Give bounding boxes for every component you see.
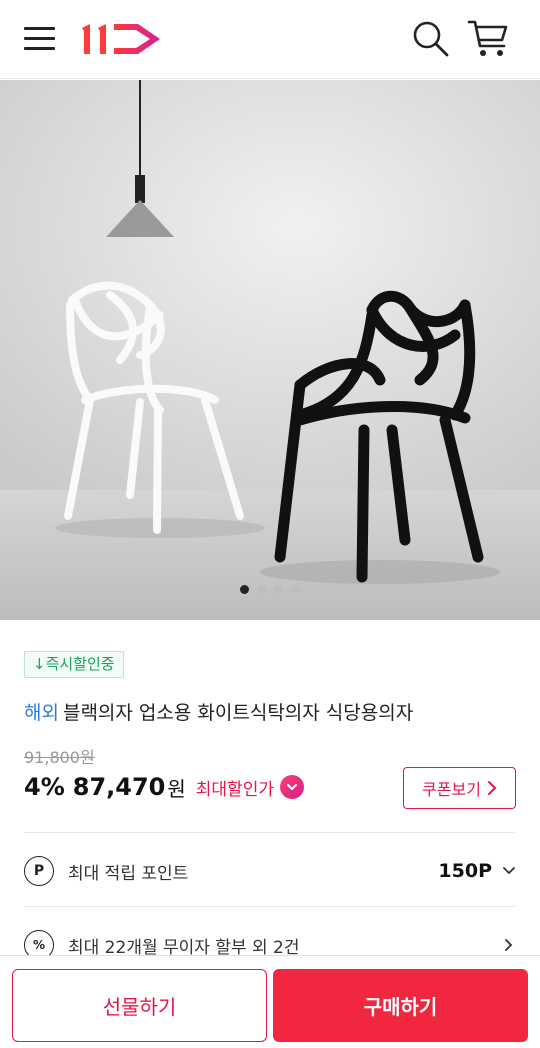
points-value: 150P [438,860,492,882]
product-title: 해외 블랙의자 업소용 화이트식탁의자 식당용의자 [24,700,524,726]
brand-logo[interactable] [80,18,166,58]
buy-button[interactable]: 구매하기 [273,969,528,1042]
overseas-tag[interactable]: 해외 [24,702,59,724]
product-title-text: 블랙의자 업소용 화이트식탁의자 식당용의자 [62,702,414,724]
gallery-pagination [0,585,540,597]
coupon-button[interactable]: 쿠폰보기 [403,767,516,809]
gallery-dot-3[interactable] [274,585,283,594]
chevron-right-icon [505,939,513,951]
instant-discount-badge: ↓즉시할인중 [24,651,124,678]
price-row: 4% 87,470 원 최대할인가 [24,770,304,804]
installment-label: 최대 22개월 무이자 할부 외 2건 [68,937,300,958]
divider [24,832,516,833]
points-label: 최대 적립 포인트 [68,863,189,884]
product-image[interactable] [0,80,540,620]
chevron-down-circle-icon[interactable] [279,775,304,799]
chevron-down-icon [503,867,515,875]
gift-button[interactable]: 선물하기 [12,969,267,1042]
search-icon[interactable] [410,18,450,58]
bottom-action-bar: 선물하기 구매하기 [0,955,540,1048]
discount-rate: 4% [24,773,65,801]
divider [24,906,516,907]
gallery-dot-1[interactable] [240,585,249,594]
cart-icon[interactable] [466,16,510,60]
points-icon: P [24,856,54,886]
max-discount-label[interactable]: 최대할인가 [196,775,274,800]
original-price: 91,800원 [24,748,95,767]
top-header [0,0,540,79]
gallery-dot-4[interactable] [291,585,300,594]
gallery-dot-2[interactable] [257,585,266,594]
coupon-button-label: 쿠폰보기 [422,780,481,799]
currency-unit: 원 [167,776,186,801]
chevron-right-icon [487,781,497,795]
sale-price: 87,470 [72,773,166,801]
points-row[interactable]: P 최대 적립 포인트 150P [24,851,516,891]
hamburger-menu-icon[interactable] [24,25,56,53]
